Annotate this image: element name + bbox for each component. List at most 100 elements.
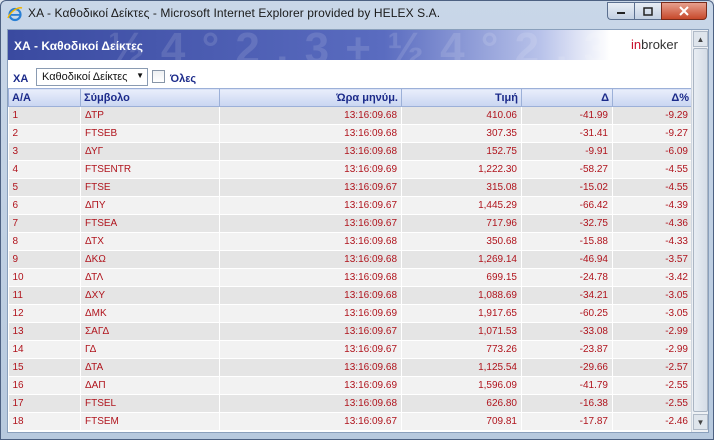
cell-time: 13:16:09.69 [219, 376, 402, 395]
table-row[interactable]: 4 FTSENTR 13:16:09.69 1,222.30 -58.27 -4.55 [8, 160, 693, 179]
dropdown-arrow-icon: ▼ [136, 71, 144, 80]
cell-symbol: ΔΤΑ [80, 358, 220, 377]
cell-time: 13:16:09.68 [219, 232, 402, 251]
cell-index: 6 [8, 196, 81, 215]
cell-change-pct: -2.55 [612, 376, 693, 395]
header-index[interactable]: Α/Α [8, 88, 81, 107]
cell-time: 13:16:09.68 [219, 268, 402, 287]
cell-symbol: ΔΜΚ [80, 304, 220, 323]
cell-change: -32.75 [521, 214, 613, 233]
cell-time: 13:16:09.67 [219, 322, 402, 341]
table-header-row: Α/Α Σύμβολο Ώρα μηνύμ. Τιμή Δ Δ% [8, 88, 693, 107]
cell-time: 13:16:09.68 [219, 358, 402, 377]
window-title: ΧΑ - Καθοδικοί Δείκτες - Microsoft Inter… [28, 6, 441, 20]
cell-change: -15.88 [521, 232, 613, 251]
vertical-scrollbar[interactable]: ▲ ▼ [691, 30, 708, 432]
cell-index: 11 [8, 286, 81, 305]
cell-change: -60.25 [521, 304, 613, 323]
table-row[interactable]: 14 ΓΔ 13:16:09.67 773.26 -23.87 -2.99 [8, 340, 693, 359]
cell-change: -66.42 [521, 196, 613, 215]
table-body: 1 ΔΤΡ 13:16:09.68 410.06 -41.99 -9.29 2 FTSEB 13… [8, 106, 693, 431]
header-symbol[interactable]: Σύμβολο [80, 88, 220, 107]
header-change[interactable]: Δ [521, 88, 613, 107]
cell-change-pct: -2.99 [612, 340, 693, 359]
table-row[interactable]: 13 ΣΑΓΔ 13:16:09.67 1,071.53 -33.08 -2.99 [8, 322, 693, 341]
cell-symbol: ΔΤΧ [80, 232, 220, 251]
select-value: Καθοδικοί Δείκτες [42, 71, 128, 83]
indices-table: Α/Α Σύμβολο Ώρα μηνύμ. Τιμή Δ Δ% 1 ΔΤΡ 13:… [8, 88, 693, 431]
cell-change-pct: -4.55 [612, 160, 693, 179]
cell-price: 315.08 [401, 178, 522, 197]
table-row[interactable]: 5 FTSE 13:16:09.67 315.08 -15.02 -4.55 [8, 178, 693, 197]
header-price[interactable]: Τιμή [401, 88, 522, 107]
table-row[interactable]: 6 ΔΠΥ 13:16:09.67 1,445.29 -66.42 -4.39 [8, 196, 693, 215]
minimize-button[interactable] [607, 2, 634, 20]
cell-symbol: ΔΥΓ [80, 142, 220, 161]
cell-index: 5 [8, 178, 81, 197]
maximize-button[interactable] [634, 2, 661, 20]
cell-symbol: FTSEA [80, 214, 220, 233]
cell-symbol: ΔΚΩ [80, 250, 220, 269]
table-row[interactable]: 18 FTSEM 13:16:09.67 709.81 -17.87 -2.46 [8, 412, 693, 431]
cell-price: 773.26 [401, 340, 522, 359]
cell-index: 3 [8, 142, 81, 161]
cell-price: 1,125.54 [401, 358, 522, 377]
close-button[interactable] [661, 2, 707, 20]
cell-price: 1,917.65 [401, 304, 522, 323]
cell-price: 307.35 [401, 124, 522, 143]
table-row[interactable]: 2 FTSEB 13:16:09.68 307.35 -31.41 -9.27 [8, 124, 693, 143]
table-row[interactable]: 8 ΔΤΧ 13:16:09.68 350.68 -15.88 -4.33 [8, 232, 693, 251]
header-change-pct[interactable]: Δ% [612, 88, 693, 107]
cell-time: 13:16:09.68 [219, 286, 402, 305]
cell-symbol: FTSEL [80, 394, 220, 413]
cell-price: 717.96 [401, 214, 522, 233]
cell-time: 13:16:09.67 [219, 196, 402, 215]
internet-explorer-icon [7, 7, 23, 22]
cell-symbol: FTSEM [80, 412, 220, 431]
index-category-select[interactable]: Καθοδικοί Δείκτες ▼ [36, 68, 148, 86]
cell-index: 9 [8, 250, 81, 269]
cell-time: 13:16:09.67 [219, 412, 402, 431]
scroll-down-button[interactable]: ▼ [693, 414, 708, 430]
table-row[interactable]: 7 FTSEA 13:16:09.67 717.96 -32.75 -4.36 [8, 214, 693, 233]
cell-change-pct: -3.57 [612, 250, 693, 269]
cell-price: 1,088.69 [401, 286, 522, 305]
cell-index: 10 [8, 268, 81, 287]
cell-index: 13 [8, 322, 81, 341]
cell-index: 1 [8, 106, 81, 125]
cell-symbol: FTSENTR [80, 160, 220, 179]
table-row[interactable]: 17 FTSEL 13:16:09.68 626.80 -16.38 -2.55 [8, 394, 693, 413]
scroll-up-button[interactable]: ▲ [693, 31, 708, 47]
table-row[interactable]: 12 ΔΜΚ 13:16:09.69 1,917.65 -60.25 -3.05 [8, 304, 693, 323]
cell-change-pct: -3.05 [612, 304, 693, 323]
all-checkbox-label: Όλες [170, 73, 197, 85]
cell-time: 13:16:09.68 [219, 394, 402, 413]
cell-symbol: ΓΔ [80, 340, 220, 359]
table-row[interactable]: 3 ΔΥΓ 13:16:09.68 152.75 -9.91 -6.09 [8, 142, 693, 161]
cell-change-pct: -2.55 [612, 394, 693, 413]
cell-time: 13:16:09.67 [219, 340, 402, 359]
title-bar[interactable]: ΧΑ - Καθοδικοί Δείκτες - Microsoft Inter… [1, 1, 713, 27]
table-row[interactable]: 15 ΔΤΑ 13:16:09.68 1,125.54 -29.66 -2.57 [8, 358, 693, 377]
cell-time: 13:16:09.67 [219, 214, 402, 233]
cell-change: -33.08 [521, 322, 613, 341]
cell-index: 17 [8, 394, 81, 413]
table-row[interactable]: 11 ΔΧΥ 13:16:09.68 1,088.69 -34.21 -3.05 [8, 286, 693, 305]
cell-change-pct: -4.36 [612, 214, 693, 233]
cell-time: 13:16:09.68 [219, 124, 402, 143]
cell-index: 7 [8, 214, 81, 233]
all-checkbox[interactable] [152, 70, 165, 83]
table-row[interactable]: 10 ΔΤΛ 13:16:09.68 699.15 -24.78 -3.42 [8, 268, 693, 287]
header-time[interactable]: Ώρα μηνύμ. [219, 88, 402, 107]
scroll-thumb[interactable] [693, 48, 708, 412]
cell-change-pct: -2.46 [612, 412, 693, 431]
cell-change: -41.99 [521, 106, 613, 125]
table-row[interactable]: 1 ΔΤΡ 13:16:09.68 410.06 -41.99 -9.29 [8, 106, 693, 125]
banner: ½ 4 ° 2 , 3 + ½ 4 ° 2 , 3 + ΧΑ - Καθοδικ… [8, 30, 692, 60]
table-row[interactable]: 9 ΔΚΩ 13:16:09.68 1,269.14 -46.94 -3.57 [8, 250, 693, 269]
cell-price: 626.80 [401, 394, 522, 413]
cell-symbol: ΔΠΥ [80, 196, 220, 215]
cell-change: -46.94 [521, 250, 613, 269]
table-row[interactable]: 16 ΔΑΠ 13:16:09.69 1,596.09 -41.79 -2.55 [8, 376, 693, 395]
window-controls [607, 2, 707, 20]
